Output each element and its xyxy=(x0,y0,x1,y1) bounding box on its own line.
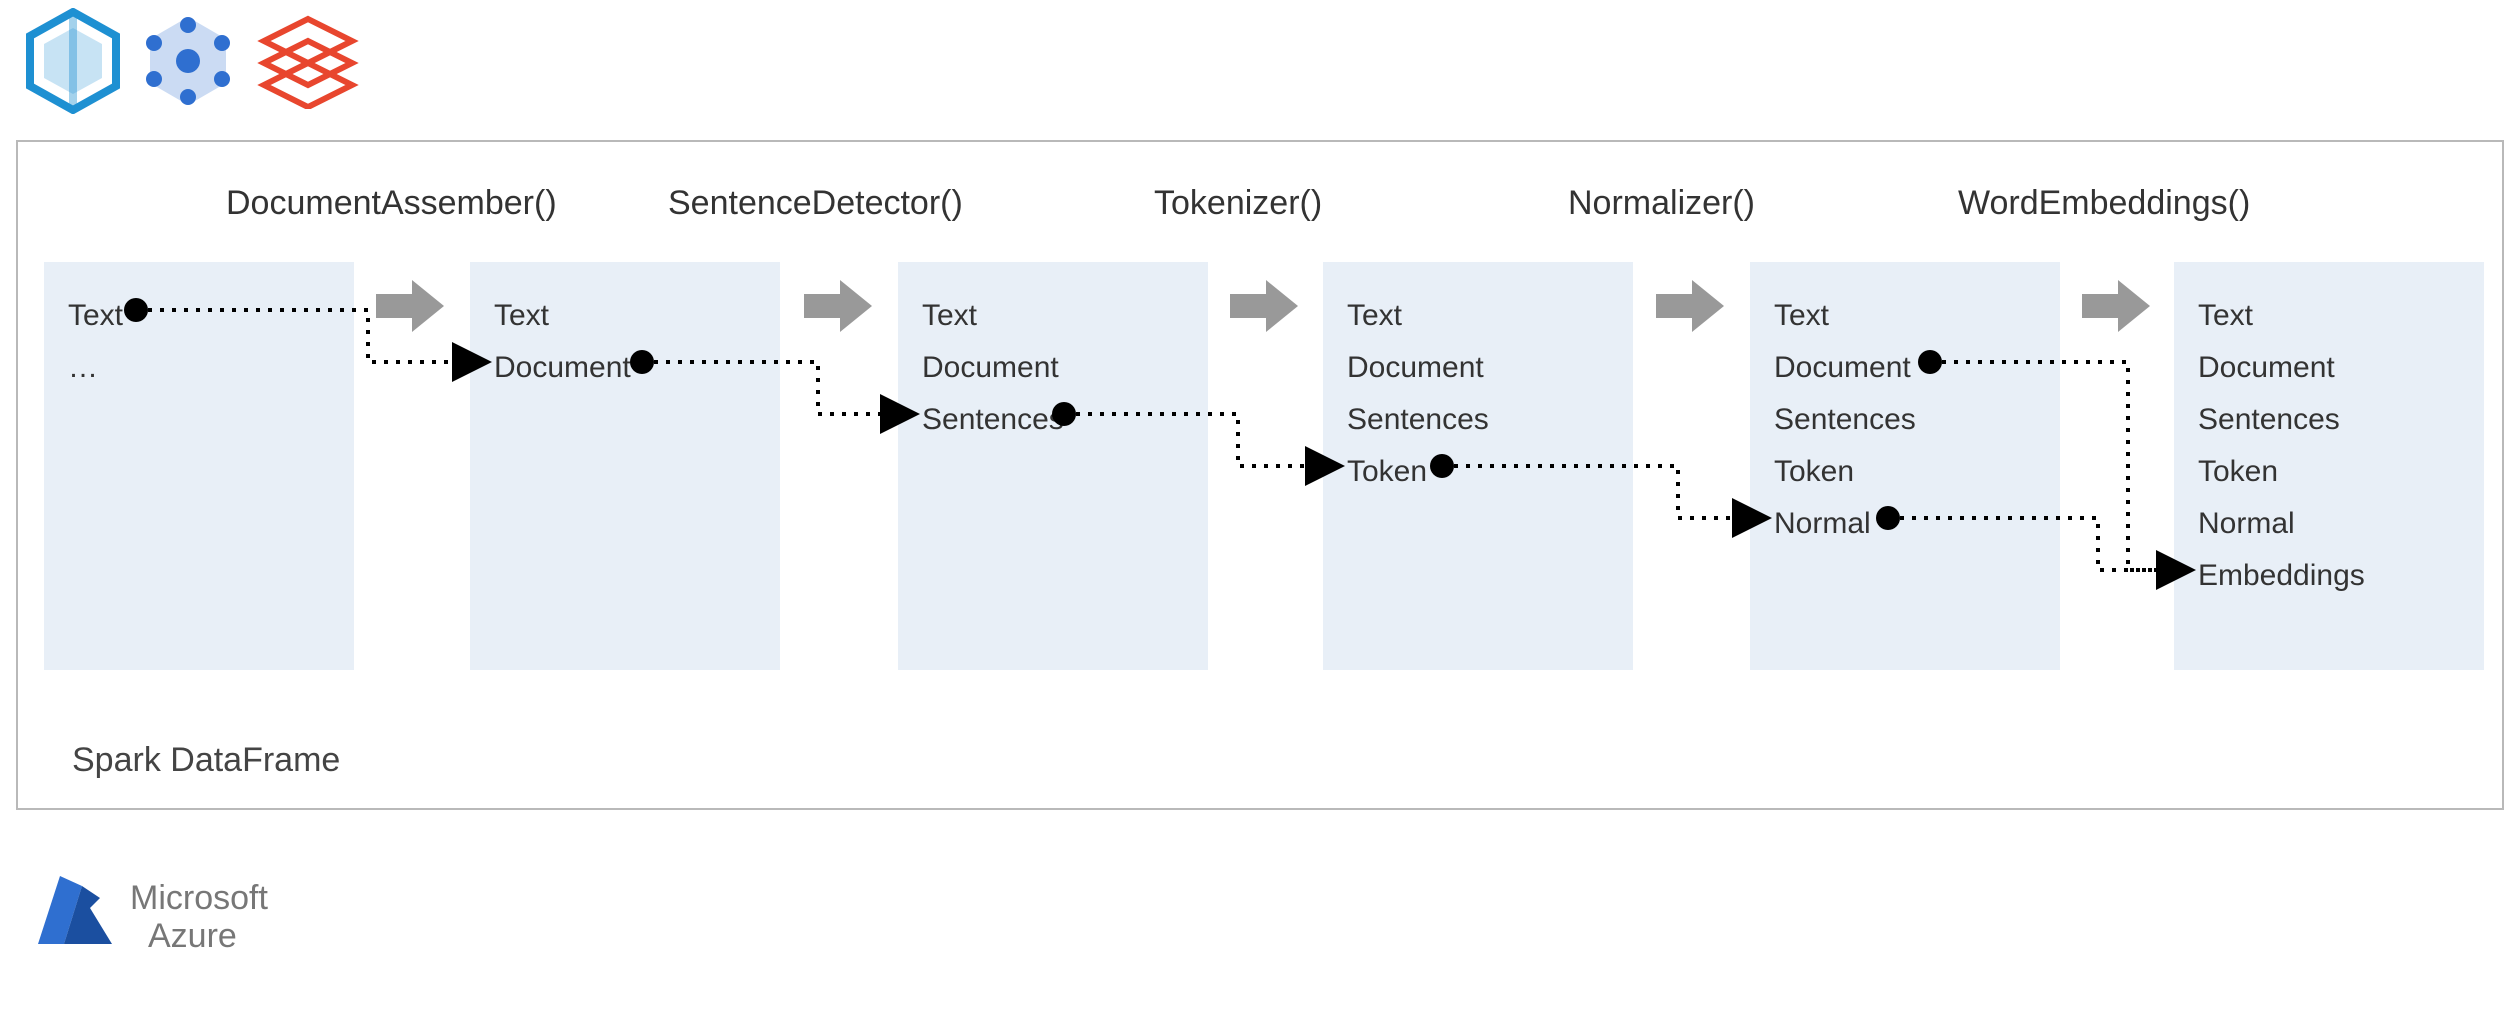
field: Sentences xyxy=(2198,394,2460,446)
step-box-0: Text … xyxy=(44,262,354,670)
step-box-4: Text Document Sentences Token Normal xyxy=(1750,262,2060,670)
step-title-1: DocumentAssember() xyxy=(226,184,557,223)
top-icons xyxy=(26,8,360,114)
field: Sentences xyxy=(1774,394,2036,446)
field: Document xyxy=(922,342,1184,394)
field: Document xyxy=(1347,342,1609,394)
azure-brand-text: Microsoft Azure xyxy=(130,879,268,955)
step-box-2: Text Document Sentences xyxy=(898,262,1208,670)
field: Text xyxy=(2198,290,2460,342)
brand-line-1: Microsoft xyxy=(130,879,268,917)
field: Embeddings xyxy=(2198,550,2460,602)
field: Normal xyxy=(1774,498,2036,550)
field: Token xyxy=(2198,446,2460,498)
step-box-1: Text Document xyxy=(470,262,780,670)
field: Text xyxy=(1774,290,2036,342)
field: Token xyxy=(1347,446,1609,498)
synapse-icon xyxy=(26,8,120,114)
step-title-4: Normalizer() xyxy=(1568,184,1755,223)
step-title-5: WordEmbeddings() xyxy=(1958,184,2250,223)
arrow-icon xyxy=(804,280,878,332)
step-title-3: Tokenizer() xyxy=(1154,184,1322,223)
field: Token xyxy=(1774,446,2036,498)
field: Document xyxy=(1774,342,2036,394)
field: Document xyxy=(2198,342,2460,394)
arrow-icon xyxy=(1656,280,1730,332)
flow-connectors xyxy=(18,142,2506,812)
field: Text xyxy=(922,290,1184,342)
field: Text xyxy=(1347,290,1609,342)
step-box-5: Text Document Sentences Token Normal Emb… xyxy=(2174,262,2484,670)
arrow-icon xyxy=(1230,280,1304,332)
azure-icon xyxy=(30,868,120,966)
arrow-icon xyxy=(376,280,450,332)
pipeline-frame: DocumentAssember() SentenceDetector() To… xyxy=(16,140,2504,810)
field: Sentences xyxy=(1347,394,1609,446)
field: Text xyxy=(494,290,756,342)
arrow-icon xyxy=(2082,280,2156,332)
frame-label: Spark DataFrame xyxy=(72,741,340,780)
field: Document xyxy=(494,342,756,394)
field: Text xyxy=(68,290,330,342)
brand-line-2: Azure xyxy=(130,917,268,955)
step-box-3: Text Document Sentences Token xyxy=(1323,262,1633,670)
field: … xyxy=(68,342,330,394)
databricks-icon xyxy=(256,13,360,109)
field: Normal xyxy=(2198,498,2460,550)
field: Sentences xyxy=(922,394,1184,446)
hdinsight-icon xyxy=(138,11,238,111)
step-title-2: SentenceDetector() xyxy=(668,184,963,223)
azure-brand: Microsoft Azure xyxy=(30,868,268,966)
diagram-canvas: DocumentAssember() SentenceDetector() To… xyxy=(0,0,2520,1034)
